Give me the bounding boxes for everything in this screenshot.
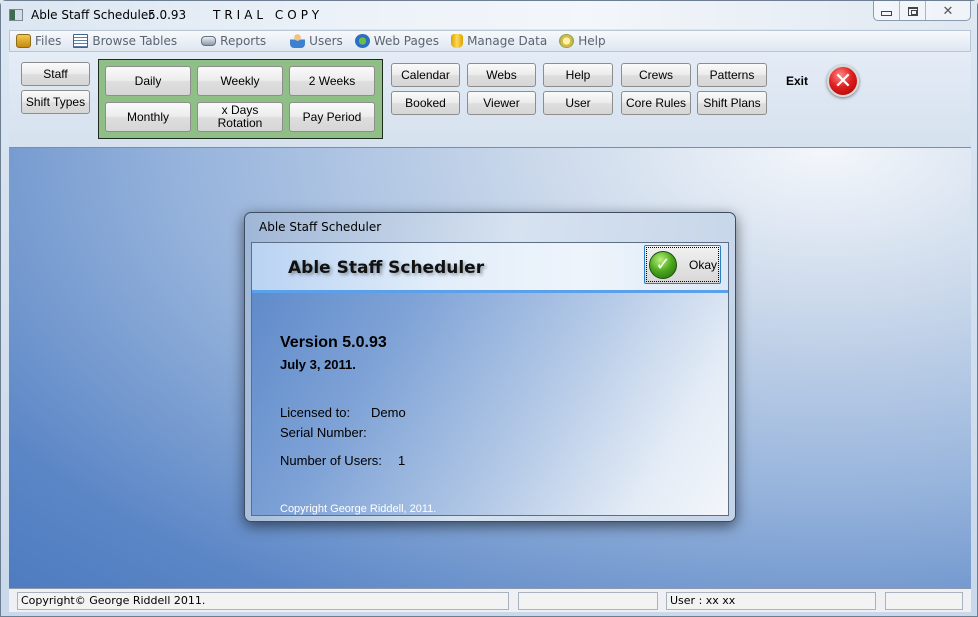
help-icon [559, 34, 575, 48]
status-pane-4 [885, 592, 963, 610]
menu-label: Reports [220, 34, 267, 48]
status-bar: Copyright© George Riddell 2011. User : x… [9, 588, 971, 612]
webs-button[interactable]: Webs [467, 63, 536, 87]
exit-label: Exit [786, 74, 809, 88]
booked-button[interactable]: Booked [391, 91, 460, 115]
viewer-button[interactable]: Viewer [467, 91, 536, 115]
view-buttons-panel: Daily Weekly 2 Weeks Monthly x Days Rota… [98, 59, 383, 139]
menu-label: Browse Tables [92, 34, 178, 48]
dialog-header: Able Staff Scheduler ✓ Okay [252, 243, 728, 293]
close-icon: ✕ [942, 3, 954, 19]
exit-button[interactable]: ✕ [827, 65, 859, 97]
dialog-title: Able Staff Scheduler [259, 220, 382, 234]
staff-button[interactable]: Staff [21, 62, 90, 86]
status-pane-2 [518, 592, 658, 610]
menu-label: Help [578, 34, 606, 48]
menu-web-pages[interactable]: Web Pages [349, 31, 445, 51]
printer-icon [201, 36, 217, 46]
menu-label: Files [35, 34, 62, 48]
core-rules-button[interactable]: Core Rules [621, 91, 691, 115]
users-icon [290, 34, 306, 48]
daily-button[interactable]: Daily [105, 66, 191, 96]
window-version: 5.0.93 [148, 8, 187, 22]
menu-help[interactable]: Help [553, 31, 611, 51]
close-x-icon: ✕ [833, 68, 853, 94]
okay-label: Okay [689, 257, 718, 272]
folder-icon [16, 34, 31, 48]
trial-label: TRIAL COPY [213, 8, 324, 22]
okay-button[interactable]: ✓ Okay [644, 245, 721, 284]
menu-manage-data[interactable]: Manage Data [445, 31, 553, 51]
menu-bar: Files Browse Tables Reports Users Web Pa… [9, 30, 971, 52]
app-icon [9, 9, 23, 21]
user-button[interactable]: User [543, 91, 613, 115]
menu-browse-tables[interactable]: Browse Tables [67, 31, 183, 51]
licensed-to-value: Demo [371, 405, 406, 420]
title-bar: Able Staff Scheduler 5.0.93 TRIAL COPY ✕ [1, 1, 977, 29]
maximize-icon [907, 6, 918, 16]
globe-icon [354, 34, 370, 48]
two-weeks-button[interactable]: 2 Weeks [289, 66, 375, 96]
crews-button[interactable]: Crews [621, 63, 691, 87]
window-controls: ✕ [873, 1, 971, 21]
toolbar: Staff Shift Types Daily Weekly 2 Weeks M… [9, 52, 971, 148]
serial-number-label: Serial Number: [280, 425, 367, 440]
checkmark-icon: ✓ [649, 250, 677, 279]
x-days-line2: Rotation [217, 116, 263, 130]
dialog-copyright: Copyright George Riddell, 2011. [280, 503, 437, 515]
shift-plans-button[interactable]: Shift Plans [697, 91, 767, 115]
menu-label: Web Pages [373, 34, 440, 48]
dialog-body: Able Staff Scheduler ✓ Okay Version 5.0.… [251, 242, 729, 516]
shift-types-button[interactable]: Shift Types [21, 90, 90, 114]
maximize-button[interactable] [900, 1, 926, 20]
calendar-button[interactable]: Calendar [391, 63, 460, 87]
menu-label: Users [309, 34, 343, 48]
minimize-button[interactable] [874, 1, 900, 20]
close-button[interactable]: ✕ [926, 1, 970, 20]
menu-reports[interactable]: Reports [195, 31, 272, 51]
licensed-to-label: Licensed to: [280, 405, 351, 420]
table-icon [73, 34, 89, 48]
monthly-button[interactable]: Monthly [105, 102, 191, 132]
patterns-button[interactable]: Patterns [697, 63, 767, 87]
pay-period-button[interactable]: Pay Period [289, 102, 375, 132]
number-of-users-value: 1 [398, 453, 406, 468]
menu-files[interactable]: Files [10, 31, 67, 51]
version-text: Version 5.0.93 [280, 334, 387, 351]
menu-users[interactable]: Users [284, 31, 349, 51]
minimize-icon [881, 11, 892, 16]
about-dialog: Able Staff Scheduler Able Staff Schedule… [244, 212, 736, 522]
menu-label: Manage Data [467, 34, 548, 48]
database-icon [451, 34, 464, 48]
status-copyright: Copyright© George Riddell 2011. [17, 592, 509, 610]
weekly-button[interactable]: Weekly [197, 66, 283, 96]
version-date: July 3, 2011. [280, 357, 356, 372]
dialog-heading: Able Staff Scheduler [288, 258, 485, 278]
main-window: Able Staff Scheduler 5.0.93 TRIAL COPY ✕… [0, 0, 978, 617]
number-of-users-label: Number of Users: [280, 453, 382, 468]
status-user: User : xx xx [666, 592, 876, 610]
help-button[interactable]: Help [543, 63, 613, 87]
window-title: Able Staff Scheduler [31, 8, 154, 22]
x-days-rotation-button[interactable]: x Days Rotation [197, 102, 283, 132]
